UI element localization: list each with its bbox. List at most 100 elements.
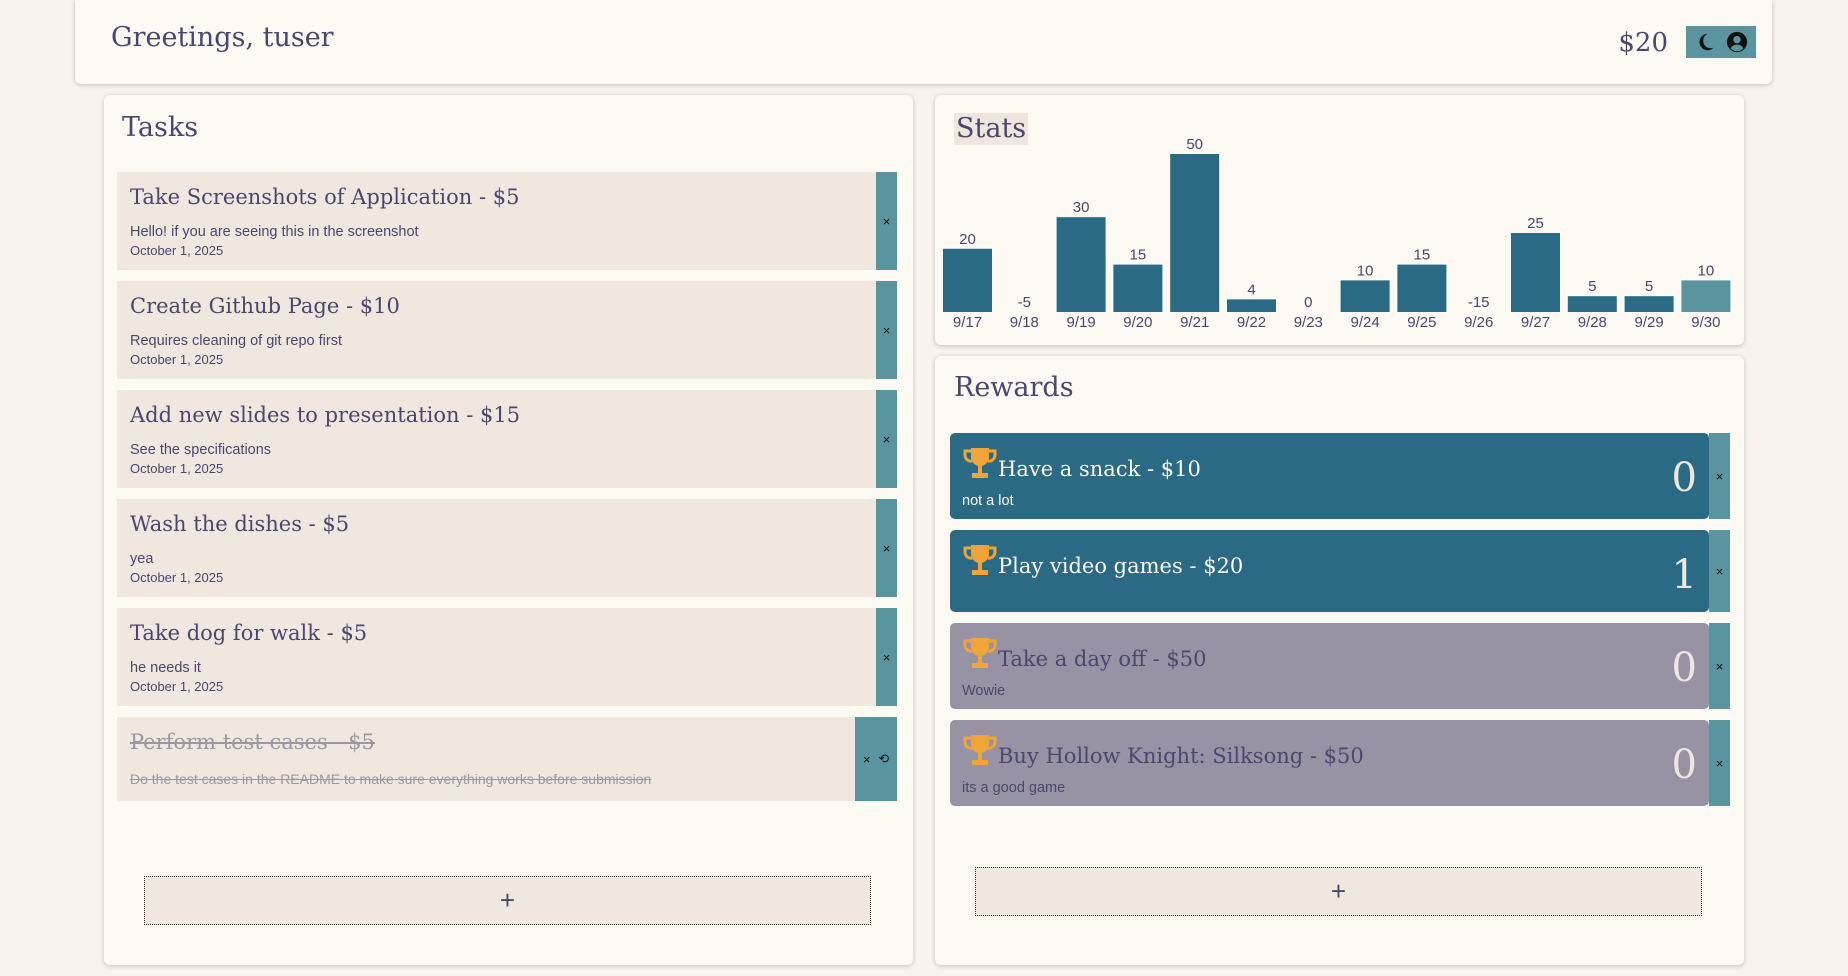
task-item[interactable]: Take dog for walk - $5 he needs it Octob…	[117, 608, 897, 706]
chart-bar	[1624, 296, 1674, 312]
delete-reward-button[interactable]: ×	[1709, 720, 1730, 806]
task-title: Perform test cases - $5	[130, 730, 375, 754]
chart-value-label: 30	[1073, 199, 1090, 216]
chart-x-tick-label: 9/26	[1464, 314, 1493, 331]
chart-bar	[1397, 264, 1447, 312]
trophy-icon	[963, 545, 997, 575]
reward-title: Play video games - $20	[998, 554, 1244, 578]
chart-bar	[1056, 217, 1106, 312]
header: Greetings, tuser $20	[75, 0, 1772, 84]
completed-task-item[interactable]: Perform test cases - $5 Do the test case…	[117, 717, 897, 801]
restore-task-button[interactable]: ⟲	[878, 751, 889, 767]
chart-bar	[943, 248, 992, 312]
task-item[interactable]: Wash the dishes - $5 yea October 1, 2025…	[117, 499, 897, 597]
chart-bar	[1681, 280, 1731, 312]
chart-bar	[1567, 296, 1617, 312]
task-description: See the specifications	[130, 442, 272, 458]
delete-reward-button[interactable]: ×	[1709, 530, 1730, 612]
header-buttons	[1686, 26, 1756, 58]
theme-toggle-button[interactable]	[1692, 29, 1718, 55]
reward-item[interactable]: Buy Hollow Knight: Silksong - $50 its a …	[950, 720, 1730, 806]
reward-title: Have a snack - $10	[998, 457, 1201, 481]
close-icon: ×	[882, 540, 891, 556]
chart-x-tick-label: 9/25	[1407, 314, 1436, 331]
reward-list: Have a snack - $10 not a lot 0 × Play vi…	[950, 433, 1730, 817]
close-icon: ×	[1715, 563, 1724, 579]
reward-title: Take a day off - $50	[998, 647, 1207, 671]
chart-bar	[1511, 233, 1560, 312]
trophy-icon	[963, 638, 997, 668]
task-description: Requires cleaning of git repo first	[130, 333, 342, 349]
reward-count: 0	[1671, 645, 1697, 691]
chart-value-label: 15	[1414, 247, 1431, 264]
delete-reward-button[interactable]: ×	[1709, 433, 1730, 519]
task-description: Hello! if you are seeing this in the scr…	[130, 224, 419, 240]
reward-item[interactable]: Play video games - $20 1 ×	[950, 530, 1730, 612]
task-item[interactable]: Add new slides to presentation - $15 See…	[117, 390, 897, 488]
greeting-text: Greetings, tuser	[111, 22, 334, 53]
chart-x-tick-label: 9/21	[1180, 314, 1209, 331]
chart-value-label: 50	[1186, 136, 1203, 153]
rewards-panel: Rewards Have a snack - $10 not a lot 0 ×	[935, 356, 1744, 965]
tasks-title: Tasks	[122, 112, 199, 143]
delete-reward-button[interactable]: ×	[1709, 623, 1730, 709]
chart-value-label: 10	[1698, 262, 1715, 279]
chart-value-label: 15	[1130, 247, 1147, 264]
delete-task-button[interactable]: ×	[876, 499, 897, 597]
task-title: Create Github Page - $10	[130, 294, 400, 318]
chart-x-tick-label: 9/20	[1123, 314, 1152, 331]
chart-x-tick-label: 9/23	[1294, 314, 1323, 331]
chart-x-tick-label: 9/29	[1634, 314, 1663, 331]
trophy-icon	[963, 448, 997, 478]
delete-task-button[interactable]: ×	[876, 390, 897, 488]
task-date: October 1, 2025	[130, 679, 224, 694]
stats-bar-chart: 20 9/17 -5 9/18 30 9/19 15 9/20 50 9/21 4 9/22 0 9/23…	[943, 136, 1731, 331]
task-list: Take Screenshots of Application - $5 Hel…	[117, 172, 897, 812]
chart-x-tick-label: 9/28	[1578, 314, 1607, 331]
task-description: yea	[130, 551, 154, 567]
add-reward-button[interactable]: +	[975, 867, 1702, 916]
chart-x-tick-label: 9/19	[1066, 314, 1095, 331]
reward-item[interactable]: Have a snack - $10 not a lot 0 ×	[950, 433, 1730, 519]
chart-value-label: 5	[1588, 278, 1596, 295]
close-icon: ×	[1715, 755, 1724, 771]
delete-task-button[interactable]: ×	[876, 281, 897, 379]
chart-bar	[1170, 154, 1220, 312]
chart-value-label: 20	[959, 231, 976, 248]
reward-title: Buy Hollow Knight: Silksong - $50	[998, 744, 1364, 768]
chart-value-label: -15	[1468, 294, 1490, 311]
delete-task-button[interactable]: ×	[863, 752, 871, 767]
task-date: October 1, 2025	[130, 352, 224, 367]
trophy-icon	[963, 735, 997, 765]
close-icon: ×	[1715, 658, 1724, 674]
chart-value-label: 25	[1527, 215, 1544, 232]
rewards-title: Rewards	[954, 372, 1074, 403]
profile-button[interactable]	[1724, 29, 1750, 55]
task-description: Do the test cases in the README to make …	[130, 771, 652, 787]
chart-x-tick-label: 9/18	[1010, 314, 1039, 331]
chart-x-tick-label: 9/27	[1521, 314, 1550, 331]
close-icon: ×	[882, 649, 891, 665]
delete-task-button[interactable]: ×	[876, 172, 897, 270]
task-item[interactable]: Take Screenshots of Application - $5 Hel…	[117, 172, 897, 270]
chart-value-label: 0	[1304, 294, 1312, 311]
task-title: Take dog for walk - $5	[130, 621, 368, 645]
task-title: Wash the dishes - $5	[130, 512, 350, 536]
reward-item[interactable]: Take a day off - $50 Wowie 0 ×	[950, 623, 1730, 709]
add-task-button[interactable]: +	[144, 876, 871, 925]
reward-count: 0	[1671, 455, 1697, 501]
reward-description: not a lot	[962, 493, 1014, 509]
chart-bar	[1340, 280, 1390, 312]
reward-description: its a good game	[962, 780, 1066, 796]
chart-bar	[1113, 264, 1163, 312]
task-title: Take Screenshots of Application - $5	[130, 185, 520, 209]
balance-amount: $20	[1618, 28, 1668, 58]
delete-task-button[interactable]: ×	[876, 608, 897, 706]
chart-value-label: 4	[1247, 281, 1255, 298]
task-date: October 1, 2025	[130, 461, 224, 476]
chart-x-tick-label: 9/24	[1350, 314, 1379, 331]
task-item[interactable]: Create Github Page - $10 Requires cleani…	[117, 281, 897, 379]
close-icon: ×	[882, 431, 891, 447]
reward-count: 1	[1671, 552, 1697, 598]
user-circle-icon	[1726, 31, 1748, 53]
